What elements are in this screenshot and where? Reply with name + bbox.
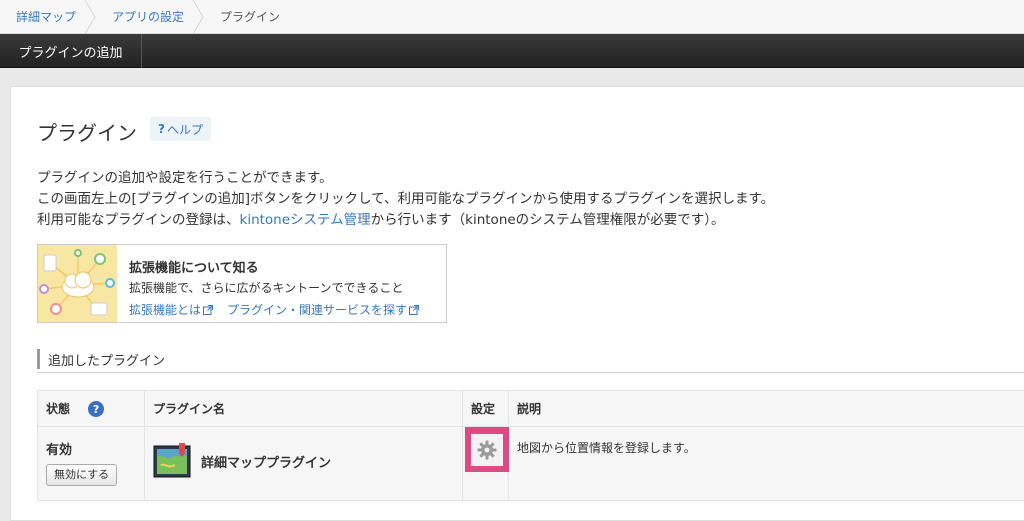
add-plugin-button[interactable]: プラグインの追加 <box>0 34 142 68</box>
description-line-1: プラグインの追加や設定を行うことができます。 <box>37 170 333 186</box>
breadcrumb-current: プラグイン <box>204 0 300 34</box>
status-text: 有効 <box>46 443 73 458</box>
action-bar: プラグインの追加 <box>0 34 1024 68</box>
description-line-3-suffix: から行います（kintoneのシステム管理権限が必要です）。 <box>370 212 725 228</box>
settings-column-header: 設定 <box>462 390 509 427</box>
network-cloud-icon <box>38 245 117 322</box>
plugin-settings-panel: プラグイン ? ヘルプ プラグインの追加や設定を行うことができます。 この画面左… <box>10 86 1024 521</box>
status-column-header: 状態? <box>37 390 145 427</box>
plugin-name-column-header: プラグイン名 <box>144 390 463 427</box>
settings-cell <box>462 426 509 501</box>
help-label[interactable]: ヘルプ <box>167 121 203 138</box>
breadcrumb-current-label: プラグイン <box>220 10 281 24</box>
plugin-name-cell: 詳細マッププラグイン <box>144 426 463 501</box>
breadcrumb: 詳細マップ アプリの設定 プラグイン <box>0 0 1024 34</box>
kintone-system-admin-link[interactable]: kintoneシステム管理 <box>240 212 371 228</box>
what-is-extension-label[interactable]: 拡張機能とは <box>129 301 201 318</box>
plugin-settings-button[interactable] <box>465 427 509 472</box>
page-title: プラグイン <box>37 121 137 145</box>
help-link[interactable]: ? ヘルプ <box>150 117 211 141</box>
extension-card-links: 拡張機能とは プラグイン・関連サービスを探す <box>129 301 420 318</box>
table-header-row: 状態? プラグイン名 設定 説明 <box>37 390 1024 427</box>
breadcrumb-app[interactable]: 詳細マップ <box>0 0 96 34</box>
chevron-right-icon <box>84 0 96 34</box>
help-icon: ? <box>158 122 165 136</box>
section-divider <box>37 372 1024 373</box>
status-column-label: 状態 <box>46 401 71 416</box>
table-row: 有効 無効にする 詳細マッププラグイン 地図から位置情報を登録します。 <box>37 426 1024 501</box>
description-line-2: この画面左上の[プラグインの追加]ボタンをクリックして、利用可能なプラグインから… <box>37 191 775 207</box>
added-plugins-heading: 追加したプラグイン <box>37 349 165 369</box>
breadcrumb-app-settings[interactable]: アプリの設定 <box>96 0 204 34</box>
description-column-header: 説明 <box>508 390 1024 427</box>
external-link-icon <box>409 304 420 315</box>
plugin-name-wrap: 詳細マッププラグイン <box>153 439 454 479</box>
plugin-name: 詳細マッププラグイン <box>201 455 332 471</box>
extension-card-title: 拡張機能について知る <box>129 261 259 276</box>
gear-button-face[interactable] <box>471 433 503 466</box>
extension-info-card: 拡張機能について知る 拡張機能で、さらに広がるキントーンでできること 拡張機能と… <box>37 244 447 323</box>
plugins-table: 状態? プラグイン名 設定 説明 有効 無効にする 詳細マッププラグイン 地図か… <box>37 390 1024 501</box>
gear-icon <box>477 440 497 459</box>
breadcrumb-app-label[interactable]: 詳細マップ <box>16 8 76 25</box>
external-link-icon <box>203 304 214 315</box>
map-plugin-icon <box>153 443 191 478</box>
extension-card-subtitle: 拡張機能で、さらに広がるキントーンでできること <box>129 281 404 295</box>
description-line-3: 利用可能なプラグインの登録は、kintoneシステム管理から行います（kinto… <box>37 208 725 228</box>
what-is-extension-link[interactable]: 拡張機能とは <box>129 301 214 318</box>
description-cell: 地図から位置情報を登録します。 <box>508 426 1024 501</box>
breadcrumb-app-settings-label[interactable]: アプリの設定 <box>112 8 184 25</box>
add-plugin-button-label[interactable]: プラグインの追加 <box>18 42 122 61</box>
chevron-right-icon <box>192 0 204 34</box>
status-help-icon[interactable]: ? <box>88 401 105 418</box>
disable-plugin-button[interactable]: 無効にする <box>46 464 118 486</box>
status-cell: 有効 無効にする <box>37 426 145 501</box>
extension-illustration <box>38 245 117 322</box>
find-plugins-link[interactable]: プラグイン・関連サービスを探す <box>227 301 420 318</box>
description-line-3-prefix: 利用可能なプラグインの登録は、 <box>37 212 240 228</box>
find-plugins-label[interactable]: プラグイン・関連サービスを探す <box>227 301 407 318</box>
